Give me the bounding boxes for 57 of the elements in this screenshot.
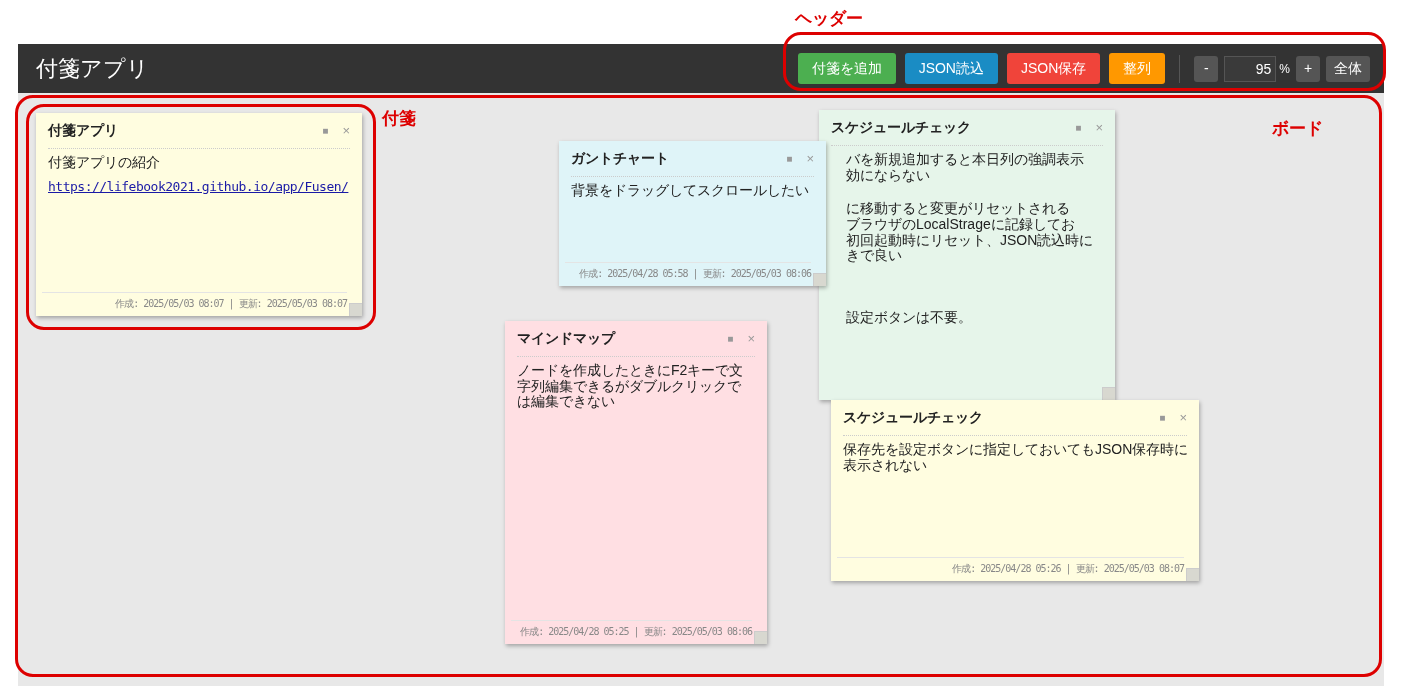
toolbar-button[interactable]: 付箋を追加 [797,53,896,84]
close-icon[interactable]: × [747,328,755,349]
resize-handle[interactable] [1102,387,1115,400]
minimize-icon[interactable]: ■ [1159,410,1166,425]
close-icon[interactable]: × [342,120,350,141]
minimize-icon[interactable]: ■ [322,123,329,138]
resize-handle[interactable] [1186,568,1199,581]
minimize-icon[interactable]: ■ [1075,120,1082,135]
note-title: 付箋アプリ [48,121,119,140]
note-text: 効にならない [846,167,930,184]
resize-handle[interactable] [754,631,767,644]
fit-button[interactable]: 全体 [1326,55,1370,82]
zoom-in-button[interactable]: + [1296,55,1320,82]
note-text: 背景をドラッグしてスクロールしたい [571,183,810,199]
close-icon[interactable]: × [1095,117,1103,138]
annotation-label: ボード [1272,118,1323,140]
resize-handle[interactable] [813,273,826,286]
sticky-note[interactable]: スケジュールチェック ■ × 保存先を設定ボタンに指定しておいてもJSON保存時に 表示されない 作成: 2025/04/28 05:26 | 更新: 2025/05/03 08:07 [831,400,1199,581]
sticky-note[interactable]: スケジュールチェック ■ × バを新規追加すると本日列の強調表示 効にならない に移動すると変更がリセットされる ブラウザのLocalStrageに記録してお 初回起動時にリセット、JSON読込時に きで良い 設定ボタンは不要。 [819,110,1115,400]
note-text: は編集できない [517,394,616,410]
minimize-icon[interactable]: ■ [786,151,793,166]
zoom-field[interactable]: 95 [1224,55,1277,82]
sticky-note[interactable]: マインドマップ ■ × ノードを作成したときにF2キーで文 字列編集できるがダブルクリックで は編集できない 作成: 2025/04/28 05:25 | 更新: 2025/05/03 08:06 [505,321,767,644]
note-text: に移動すると変更がリセットされる [846,201,1071,217]
note-text: 付箋アプリの紹介 [48,155,161,171]
note-text: 表示されない [843,457,928,474]
sticky-note[interactable]: ガントチャート ■ × 背景をドラッグしてスクロールしたい 作成: 2025/04/28 05:58 | 更新: 2025/05/03 08:06 [559,141,826,286]
zoom-out-button[interactable]: - [1194,55,1219,82]
close-icon[interactable]: × [1179,407,1187,428]
link[interactable]: https://lifebook2021.github.io/app/Fusen/ [48,178,350,196]
toolbar-button[interactable]: JSON保存 [1007,53,1101,84]
note-title: マインドマップ [517,329,617,348]
note-text: きで良い [846,248,903,265]
toolbar-button[interactable]: JSON読込 [904,53,998,84]
note-title: スケジュールチェック [831,118,972,137]
resize-handle[interactable] [349,303,362,316]
note-text: ブラウザのLocalStrageに記録してお [846,217,1076,233]
note-timestamp: 作成: 2025/04/28 05:26 | 更新: 2025/05/03 08:07 [952,562,1184,576]
toolbar-button[interactable]: 整列 [1109,53,1166,84]
note-text: バを新規追加すると本日列の強調表示 [846,152,1085,168]
note-title: ガントチャート [571,149,670,168]
note-text: ノードを作成したときにF2キーで文 [517,363,745,378]
note-text: 設定ボタンは不要。 [846,310,973,326]
note-text: 字列編集できるがダブルクリックで [517,378,742,395]
note-timestamp: 作成: 2025/04/28 05:58 | 更新: 2025/05/03 08:06 [579,267,811,281]
note-timestamp: 作成: 2025/04/28 05:25 | 更新: 2025/05/03 08:06 [520,625,752,639]
note-text: 保存先を設定ボタンに指定しておいてもJSON保存時に [843,442,1187,458]
note-text: 初回起動時にリセット、JSON読込時に [846,232,1095,248]
annotation-label: ヘッダー [795,8,863,30]
zoom-unit: % [1279,60,1290,78]
minimize-icon[interactable]: ■ [727,331,734,346]
app-title: 付箋アプリ [36,55,149,83]
note-title: スケジュールチェック [843,408,984,427]
sticky-note[interactable]: 付箋アプリ ■ × 付箋アプリの紹介 https://lifebook2021.github.io/app/Fusen/ 作成: 2025/05/03 08:07 | 更新: 2025/05/03 08:07 [36,113,362,316]
annotation-label: 付箋 [382,108,416,130]
note-timestamp: 作成: 2025/05/03 08:07 | 更新: 2025/05/03 08:07 [115,297,347,311]
close-icon[interactable]: × [806,148,814,169]
